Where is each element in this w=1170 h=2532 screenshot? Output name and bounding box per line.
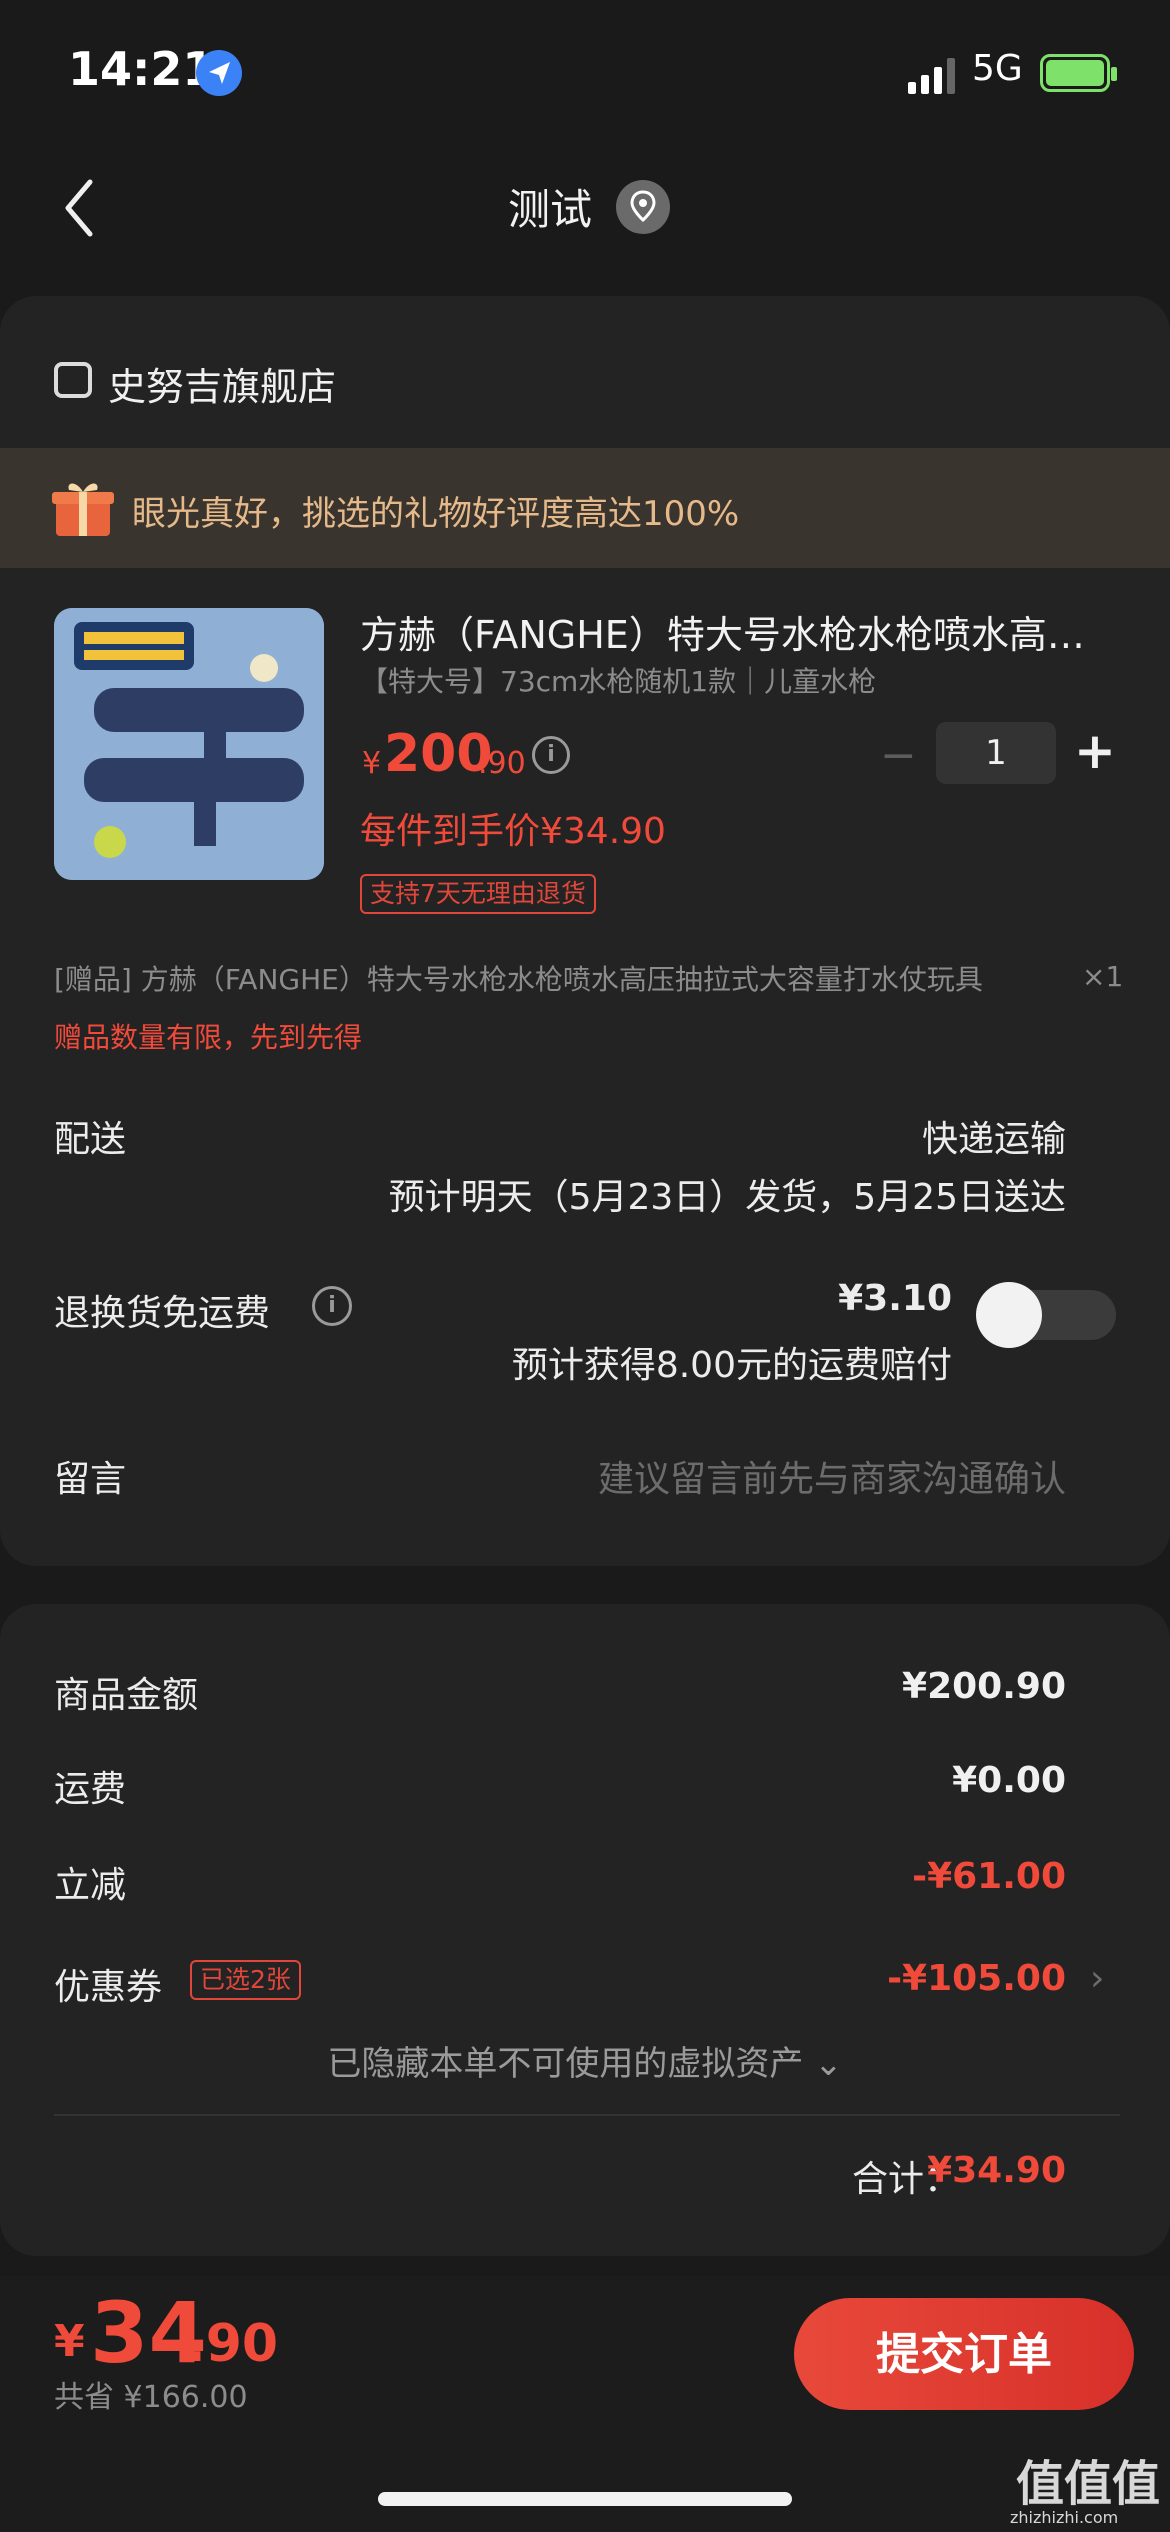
return-shipping-info-icon[interactable]: i xyxy=(312,1286,352,1326)
return-shipping-compensation: 预计获得8.00元的运费赔付 xyxy=(511,1345,952,1386)
delivery-label: 配送 xyxy=(54,1119,127,1160)
address-pin-icon[interactable] xyxy=(616,180,670,234)
total-value: ¥34.90 xyxy=(927,2150,1066,2191)
product-spec[interactable]: 【特大号】73cm水枪随机1款｜儿童水枪 xyxy=(360,660,876,700)
note-input[interactable]: 建议留言前先与商家沟通确认 xyxy=(598,1450,1066,1502)
shipping-fee-value: ¥0.00 xyxy=(952,1760,1066,1801)
pay-amount-decimal: .90 xyxy=(186,2314,279,2374)
quantity-field[interactable]: 1 xyxy=(936,722,1056,784)
watermark-url: zhizhizhi.com xyxy=(1010,2508,1119,2527)
delivery-estimate: 预计明天（5月23日）发货，5月25日送达 xyxy=(388,1177,1066,1218)
signal-icon xyxy=(908,58,958,94)
home-indicator[interactable] xyxy=(378,2492,792,2506)
quantity-minus-button[interactable]: − xyxy=(880,730,917,781)
shipping-fee-label: 运费 xyxy=(54,1769,127,1810)
discount-label: 立减 xyxy=(54,1865,127,1906)
coupon-label: 优惠券 xyxy=(54,1967,163,2008)
goods-amount-value: ¥200.90 xyxy=(902,1666,1066,1707)
network-type: 5G xyxy=(972,48,1023,89)
chevron-right-icon[interactable]: › xyxy=(1090,1958,1104,1999)
promo-text: 眼光真好，挑选的礼物好评度高达100% xyxy=(132,494,740,534)
product-image[interactable] xyxy=(54,608,324,880)
gift-limit-note: 赠品数量有限，先到先得 xyxy=(54,1021,363,1054)
gift-box-icon xyxy=(52,478,114,538)
hidden-assets-toggle[interactable]: 已隐藏本单不可使用的虚拟资产 ⌄ xyxy=(0,2036,1170,2085)
price-currency: ¥ xyxy=(362,746,382,781)
goods-amount-label: 商品金额 xyxy=(54,1675,199,1716)
unit-final-price: 每件到手价¥34.90 xyxy=(360,811,666,852)
gift-item[interactable]: [赠品] 方赫（FANGHE）特大号水枪水枪喷水高压抽拉式大容量打水仗玩具 xyxy=(54,958,1054,998)
location-arrow-icon xyxy=(196,50,242,96)
submit-order-button[interactable]: 提交订单 xyxy=(794,2298,1134,2410)
battery-icon xyxy=(1040,54,1117,92)
watermark-logo: 值值值 xyxy=(1016,2456,1161,2512)
page-title: 测试 xyxy=(507,185,592,234)
toggle-knob xyxy=(976,1282,1042,1348)
coupon-value: -¥105.00 xyxy=(887,1958,1066,1999)
price-integer: 200 xyxy=(384,724,493,784)
note-label: 留言 xyxy=(54,1459,127,1500)
price-decimal: .90 xyxy=(478,746,526,781)
price-info-icon[interactable]: i xyxy=(532,736,570,774)
product-title[interactable]: 方赫（FANGHE）特大号水枪水枪喷水高压抽拉式大容量打水仗 xyxy=(360,604,1120,659)
status-time: 14:21 xyxy=(68,42,215,96)
return-shipping-label: 退换货免运费 xyxy=(54,1293,271,1334)
quantity-plus-button[interactable]: + xyxy=(1074,722,1116,780)
total-saved: 共省 ¥166.00 xyxy=(54,2380,248,2415)
return-shipping-toggle[interactable] xyxy=(976,1282,1116,1348)
coupon-selected-tag: 已选2张 xyxy=(190,1960,301,2000)
shop-name[interactable]: 史努吉旗舰店 xyxy=(108,356,336,411)
pay-currency: ¥ xyxy=(54,2316,85,2367)
store-icon xyxy=(54,362,92,398)
delivery-method[interactable]: 快递运输 xyxy=(922,1110,1066,1162)
return-policy-tag: 支持7天无理由退货 xyxy=(360,874,596,914)
divider xyxy=(54,2114,1120,2116)
return-shipping-price: ¥3.10 xyxy=(838,1278,952,1319)
discount-value: -¥61.00 xyxy=(912,1856,1066,1897)
gift-quantity: ×1 xyxy=(1082,960,1124,993)
